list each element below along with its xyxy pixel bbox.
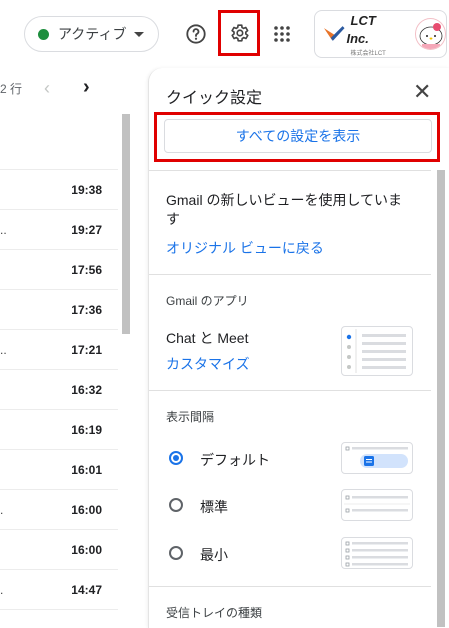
list-item[interactable]: . 16:00 xyxy=(0,490,118,530)
avatar xyxy=(414,18,446,50)
apps-section-title: Gmail のアプリ xyxy=(166,294,249,308)
account-chip[interactable]: LCT Inc. 株式会社LCT xyxy=(314,10,447,58)
divider xyxy=(149,390,431,391)
status-label: アクティブ xyxy=(58,26,127,42)
list-item[interactable]: 16:01 xyxy=(0,450,118,490)
chevron-right-icon[interactable]: › xyxy=(83,76,90,99)
all-settings-button[interactable]: すべての設定を表示 xyxy=(164,119,432,153)
divider xyxy=(149,170,431,171)
new-view-text: Gmail の新しいビューを使用していま xyxy=(166,192,403,208)
divider xyxy=(149,586,431,587)
list-item[interactable]: 17:56 xyxy=(0,250,118,290)
chevron-down-icon xyxy=(134,31,145,37)
chevron-left-icon[interactable]: ‹ xyxy=(44,78,50,99)
customize-link[interactable]: カスタマイズ xyxy=(166,354,250,374)
radio-density-standard[interactable] xyxy=(169,498,183,512)
list-item[interactable]: 16:19 xyxy=(0,410,118,450)
list-item[interactable]: .. 17:21 xyxy=(0,330,118,370)
density-standard-thumbnail[interactable] xyxy=(341,489,413,521)
density-option-label[interactable]: デフォルト xyxy=(200,450,270,470)
panel-scrollbar[interactable] xyxy=(437,170,445,627)
density-compact-thumbnail[interactable] xyxy=(341,537,413,569)
row-count-label: 2 行 xyxy=(0,82,23,96)
company-logo: LCT Inc. 株式会社LCT xyxy=(346,12,386,57)
back-to-original-link[interactable]: オリジナル ビューに戻る xyxy=(166,238,324,258)
apps-grid-icon[interactable] xyxy=(268,18,296,50)
inbox-type-section-title: 受信トレイの種類 xyxy=(166,606,263,620)
company-logo-mark xyxy=(323,26,345,41)
density-option-label[interactable]: 標準 xyxy=(200,497,228,517)
list-item[interactable]: 17:36 xyxy=(0,290,118,330)
chat-meet-label: Chat と Meet xyxy=(166,330,249,346)
new-view-text-cont: す xyxy=(166,211,180,227)
list-item[interactable]: . 14:47 xyxy=(0,570,118,610)
settings-button[interactable] xyxy=(218,10,260,56)
list-item[interactable]: 19:38 xyxy=(0,170,118,210)
chat-meet-thumbnail xyxy=(341,326,413,376)
status-chip[interactable]: アクティブ xyxy=(24,16,159,52)
density-option-label[interactable]: 最小 xyxy=(200,545,228,565)
radio-density-compact[interactable] xyxy=(169,546,183,560)
density-section-title: 表示間隔 xyxy=(166,410,215,424)
density-default-thumbnail[interactable] xyxy=(341,442,413,474)
radio-density-default[interactable] xyxy=(169,451,183,465)
mail-list: 19:38 .. 19:27 17:56 17:36 .. 17:21 16:32 … xyxy=(0,170,118,610)
list-item[interactable]: 16:00 xyxy=(0,530,118,570)
close-icon[interactable]: ✕ xyxy=(413,81,431,103)
panel-title: クイック設定 xyxy=(166,90,263,107)
list-item[interactable]: .. 19:27 xyxy=(0,210,118,250)
list-item[interactable]: 16:32 xyxy=(0,370,118,410)
gear-icon xyxy=(231,24,249,42)
status-dot xyxy=(38,28,49,40)
divider xyxy=(149,274,431,275)
mail-list-scrollbar[interactable] xyxy=(122,114,130,334)
help-icon[interactable] xyxy=(180,18,212,50)
